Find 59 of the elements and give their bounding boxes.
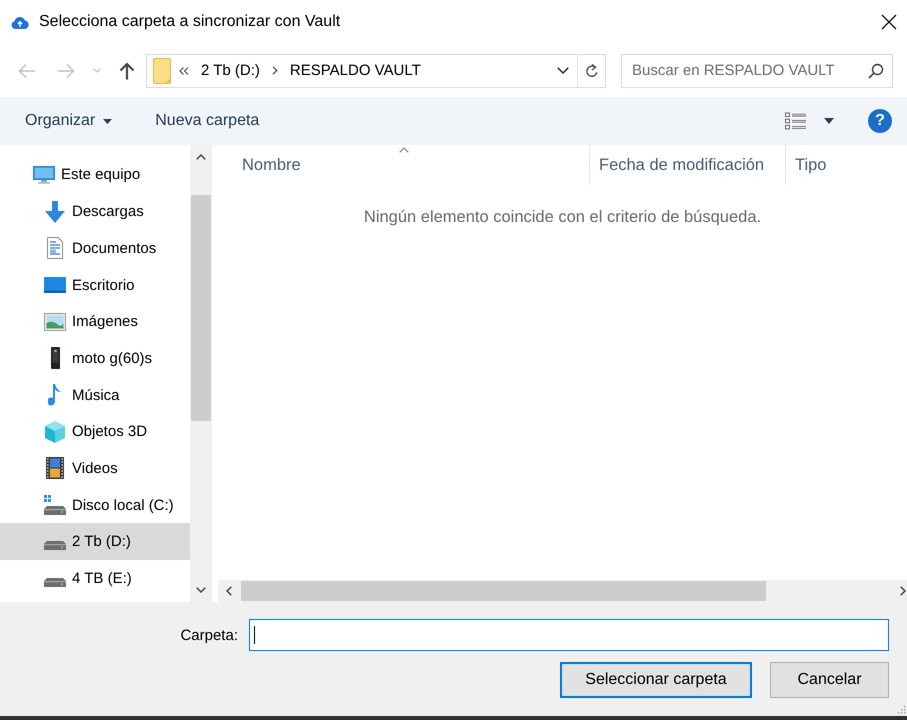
folder-icon: [153, 58, 171, 84]
cancel-button[interactable]: Cancelar: [770, 662, 889, 698]
help-button[interactable]: ?: [868, 109, 892, 133]
landscape-picture-icon: [44, 312, 66, 331]
folder-label: Carpeta:: [180, 626, 238, 644]
nav-item[interactable]: Videos: [0, 450, 190, 487]
nav-item[interactable]: Música: [0, 376, 190, 414]
column-header[interactable]: Fecha de modificación: [590, 145, 786, 185]
desktop-screen-icon: [44, 277, 66, 293]
cloud-icon: [11, 16, 29, 28]
document-icon: [47, 237, 63, 260]
system-drive-icon: [44, 495, 66, 516]
search-field[interactable]: Buscar en RESPALDO VAULT: [621, 54, 893, 88]
resize-grip-icon[interactable]: [898, 706, 906, 714]
nav-item[interactable]: Imágenes: [0, 303, 190, 340]
caret-icon[interactable]: [824, 118, 834, 124]
nav-item[interactable]: 2 Tb (D:): [0, 523, 190, 560]
up-arrow-icon[interactable]: [119, 62, 135, 80]
sort-caret-icon: [398, 147, 408, 153]
organize-menu-button[interactable]: Organizar: [25, 112, 112, 130]
search-icon[interactable]: [868, 62, 884, 78]
chevron-down-icon[interactable]: [557, 67, 569, 74]
cube-icon: [44, 420, 66, 443]
column-header[interactable]: Nombre: [218, 145, 590, 185]
music-note-icon: [48, 384, 62, 406]
nav-item[interactable]: Disco local (C:): [0, 486, 190, 524]
monitor-icon: [33, 166, 55, 184]
select-folder-button[interactable]: Seleccionar carpeta: [560, 662, 752, 698]
vertical-scrollbar[interactable]: [190, 145, 212, 602]
breadcrumb[interactable]: 2 Tb (D:): [201, 62, 260, 79]
window-title: Selecciona carpeta a sincronizar con Vault: [39, 13, 342, 31]
text-cursor-icon: [254, 626, 255, 644]
phone-icon: [50, 347, 60, 370]
column-header[interactable]: Tipo: [786, 145, 907, 185]
nav-item[interactable]: Objetos 3D: [0, 413, 190, 450]
drive-icon: [44, 541, 66, 550]
new-folder-button[interactable]: Nueva carpeta: [155, 112, 260, 130]
folder-field[interactable]: [249, 619, 889, 651]
nav-item[interactable]: Descargas: [0, 193, 190, 230]
scrollbar-thumb[interactable]: [191, 195, 211, 421]
scrollbar-thumb[interactable]: [241, 581, 766, 601]
chevron-right-icon[interactable]: [272, 66, 278, 75]
breadcrumb[interactable]: RESPALDO VAULT: [290, 62, 421, 79]
horizontal-scrollbar[interactable]: [218, 580, 907, 602]
empty-message: Ningún elemento coincide con el criterio de búsqueda.: [364, 208, 762, 227]
nav-item[interactable]: Documentos: [0, 230, 190, 267]
film-strip-icon: [46, 457, 64, 480]
down-arrow-icon: [45, 200, 65, 223]
double-chevron-icon[interactable]: [179, 66, 189, 74]
nav-item[interactable]: moto g(60)s: [0, 340, 190, 377]
nav-item[interactable]: 4 TB (E:): [0, 560, 190, 597]
refresh-icon[interactable]: [584, 62, 600, 78]
drive-icon: [44, 578, 66, 587]
close-icon[interactable]: [881, 14, 897, 30]
address-bar[interactable]: 2 Tb (D:) RESPALDO VAULT: [146, 54, 606, 88]
details-view-icon[interactable]: [785, 112, 807, 130]
caret-icon: [103, 118, 112, 124]
nav-item[interactable]: Escritorio: [0, 266, 190, 304]
nav-item[interactable]: Este equipo: [0, 156, 190, 194]
